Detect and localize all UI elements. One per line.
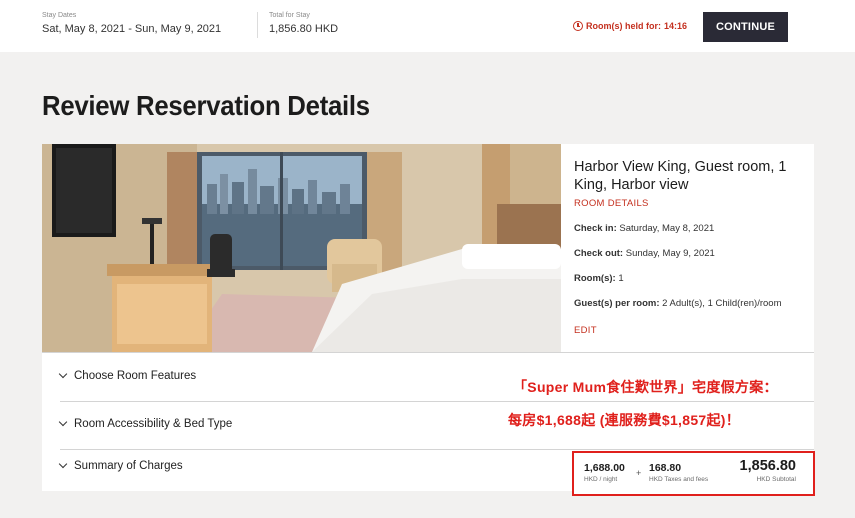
taxes-fees-label: HKD Taxes and fees: [649, 476, 709, 483]
checkout-value: Sunday, May 9, 2021: [625, 248, 715, 259]
choose-room-features-toggle[interactable]: Choose Room Features: [58, 369, 197, 382]
guests-row: Guest(s) per room: 2 Adult(s), 1 Child(r…: [574, 298, 814, 309]
top-bar: Stay Dates Sat, May 8, 2021 - Sun, May 9…: [0, 0, 855, 52]
guests-value: 2 Adult(s), 1 Child(ren)/room: [662, 298, 782, 309]
total-label: Total for Stay: [269, 12, 310, 19]
taxes-fees-value: 168.80: [649, 462, 682, 474]
room-photo: [42, 144, 561, 352]
total-value: 1,856.80 HKD: [269, 23, 339, 35]
page-title: Review Reservation Details: [42, 90, 370, 121]
divider: [42, 352, 814, 353]
edit-link[interactable]: EDIT: [574, 325, 814, 336]
room-info: Harbor View King, Guest room, 1 King, Ha…: [574, 158, 814, 336]
room-details-link[interactable]: ROOM DETAILS: [574, 198, 814, 209]
choose-room-features-label: Choose Room Features: [74, 370, 197, 382]
nightly-rate-value: 1,688.00: [584, 462, 625, 474]
subtotal: 1,856.80 HKD Subtotal: [736, 458, 796, 483]
taxes-fees: 168.80 HKD Taxes and fees: [649, 462, 708, 483]
room-name: Harbor View King, Guest room, 1 King, Ha…: [574, 159, 787, 193]
checkout-label: Check out:: [574, 248, 624, 259]
plus-sign: +: [636, 468, 642, 478]
checkin-label: Check in:: [574, 223, 617, 234]
promo-line-1: 「Super Mum食住歎世界」宅度假方案：: [513, 379, 778, 395]
room-accessibility-toggle[interactable]: Room Accessibility & Bed Type: [58, 417, 233, 430]
room-hold-timer: Room(s) held for: 14:16: [573, 21, 687, 31]
chevron-down-icon: [58, 417, 68, 427]
nightly-rate-label: HKD / night: [584, 476, 618, 483]
chevron-down-icon: [58, 369, 68, 379]
stay-dates-label: Stay Dates: [42, 12, 77, 19]
subtotal-value: 1,856.80: [739, 458, 796, 474]
rooms-value: 1: [618, 273, 624, 284]
rooms-row: Room(s): 1: [574, 273, 814, 284]
continue-button[interactable]: CONTINUE: [703, 12, 788, 42]
stay-dates-value: Sat, May 8, 2021 - Sun, May 9, 2021: [42, 23, 222, 35]
divider: [60, 401, 814, 402]
checkin-value: Saturday, May 8, 2021: [619, 223, 715, 234]
topbar-divider: [257, 12, 258, 38]
promo-line-2: 每房$1,688起 (連服務費$1,857起)！: [508, 412, 741, 428]
room-accessibility-label: Room Accessibility & Bed Type: [74, 418, 233, 430]
held-label: Room(s) held for:: [586, 21, 661, 31]
summary-of-charges-label: Summary of Charges: [74, 460, 183, 472]
held-time: 14:16: [664, 21, 688, 31]
summary-of-charges-toggle[interactable]: Summary of Charges: [58, 459, 183, 472]
checkout-row: Check out: Sunday, May 9, 2021: [574, 248, 814, 259]
guests-label: Guest(s) per room:: [574, 298, 660, 309]
chevron-down-icon: [58, 459, 68, 469]
rooms-label: Room(s):: [574, 273, 616, 284]
checkin-row: Check in: Saturday, May 8, 2021: [574, 223, 814, 234]
charges-summary-box: 1,688.00 HKD / night + 168.80 HKD Taxes …: [572, 451, 815, 496]
divider: [60, 449, 814, 450]
subtotal-label: HKD Subtotal: [756, 476, 796, 483]
reservation-card: Harbor View King, Guest room, 1 King, Ha…: [42, 144, 815, 496]
room-photo-illustration: [42, 144, 561, 352]
clock-icon: [573, 21, 583, 31]
nightly-rate: 1,688.00 HKD / night: [584, 462, 625, 483]
